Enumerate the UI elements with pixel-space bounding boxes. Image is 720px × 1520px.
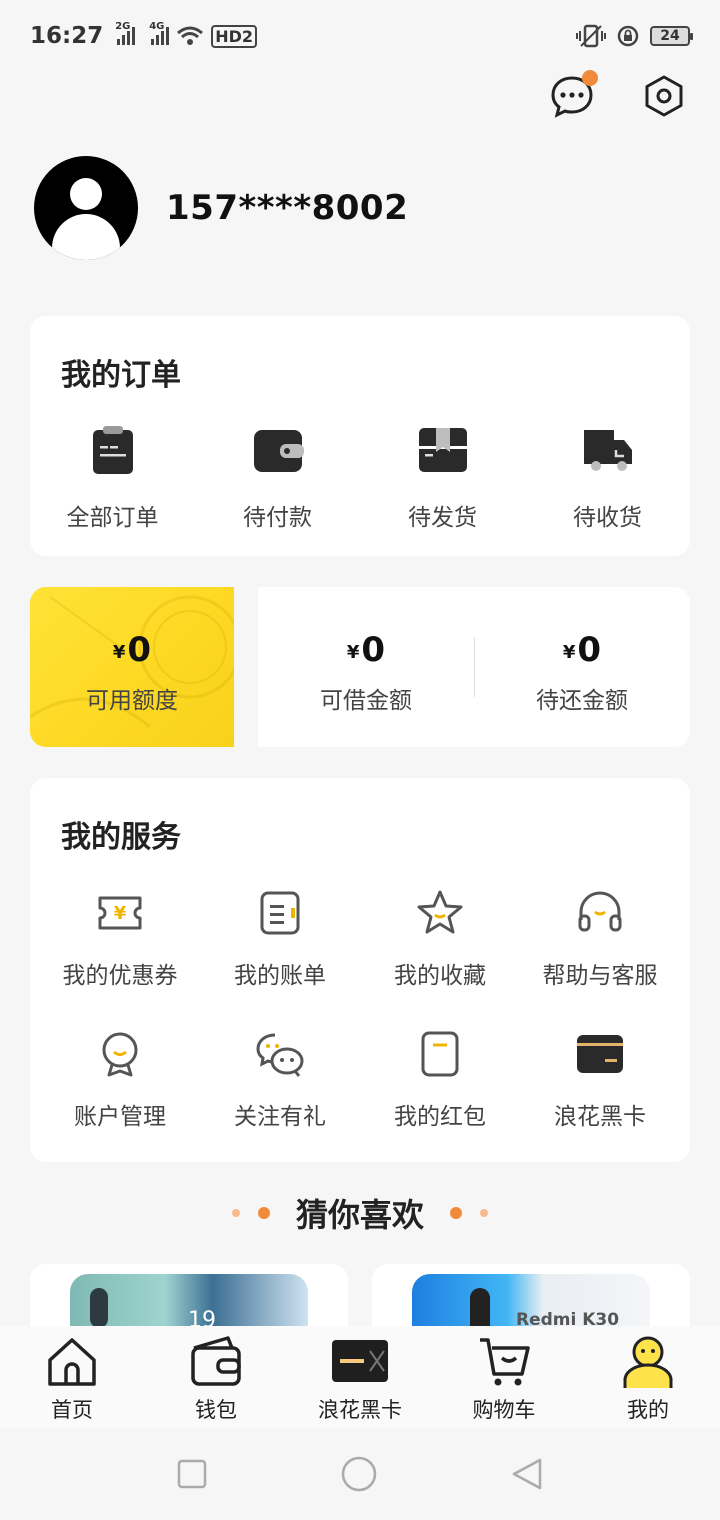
service-follow-label: 关注有礼 <box>234 1104 326 1130</box>
service-redpacket[interactable]: 我的红包 <box>360 1029 520 1170</box>
redpacket-icon <box>421 1031 459 1077</box>
service-account[interactable]: 账户管理 <box>40 1029 200 1170</box>
currency-symbol: ¥ <box>562 642 576 663</box>
decor-dot <box>480 1209 488 1217</box>
black-card-icon <box>332 1340 388 1382</box>
loan-panel: ¥ 0 可借金额 ¥ 0 待还金额 <box>258 587 690 747</box>
repay-label: 待还金额 <box>536 688 628 714</box>
tab-cart-label: 购物车 <box>472 1398 536 1422</box>
borrowable-amount[interactable]: ¥ 0 可借金额 <box>258 587 474 747</box>
available-credit-value: 0 <box>127 630 152 670</box>
recent-apps-button[interactable] <box>176 1458 208 1490</box>
services-card: 我的服务 ¥ 我的优惠券 我的账单 我的收藏 帮助与客服 账户管理 关注有礼 我… <box>30 778 690 1162</box>
signal-4g-icon: 4G <box>149 21 170 45</box>
available-credit-panel[interactable]: ¥ 0 可用额度 <box>30 587 234 747</box>
wallet-icon <box>191 1336 241 1386</box>
bill-icon <box>260 891 300 935</box>
signal-4g-label: 4G <box>149 21 165 32</box>
recommend-title: 猜你喜欢 <box>295 1196 424 1234</box>
home-icon <box>48 1338 96 1386</box>
signal-2g-label: 2G <box>115 21 131 32</box>
borrowable-value: 0 <box>361 630 386 670</box>
settings-icon <box>645 75 683 117</box>
tab-home[interactable]: 首页 <box>0 1326 144 1428</box>
status-bar: 16:27 2G 4G HD2 24 <box>0 0 720 72</box>
phone-number: 157****8002 <box>166 188 409 228</box>
order-unreceived-label: 待收货 <box>573 505 642 531</box>
avatar[interactable] <box>34 156 138 260</box>
svg-text:¥: ¥ <box>114 903 127 924</box>
settings-button[interactable] <box>642 74 686 118</box>
message-button[interactable] <box>550 70 598 118</box>
service-blackcard-label: 浪花黑卡 <box>554 1104 646 1130</box>
service-help[interactable]: 帮助与客服 <box>520 888 680 1029</box>
wifi-icon <box>177 26 204 45</box>
rotation-lock-icon <box>617 25 639 47</box>
star-icon <box>417 890 463 934</box>
clock: 16:27 <box>30 23 104 49</box>
orders-card: 我的订单 全部订单 待付款 待发货 待收货 <box>30 316 690 556</box>
profile-header[interactable]: 157****8002 <box>34 156 408 260</box>
order-all[interactable]: 全部订单 <box>30 424 195 532</box>
tab-wallet-label: 钱包 <box>195 1398 237 1422</box>
black-card-icon <box>577 1035 623 1073</box>
order-unreceived[interactable]: 待收货 <box>525 424 690 532</box>
service-coupons-label: 我的优惠券 <box>62 963 178 989</box>
order-unpaid[interactable]: 待付款 <box>195 424 360 532</box>
cart-icon <box>480 1338 530 1386</box>
decor-dot <box>450 1207 462 1219</box>
order-unpaid-label: 待付款 <box>243 505 312 531</box>
back-button[interactable] <box>510 1457 544 1491</box>
service-coupons[interactable]: ¥ 我的优惠券 <box>40 888 200 1029</box>
recommend-header: 猜你喜欢 <box>0 1190 720 1236</box>
service-redpacket-label: 我的红包 <box>394 1104 486 1130</box>
repay-amount[interactable]: ¥ 0 待还金额 <box>474 587 690 747</box>
truck-icon <box>583 430 632 471</box>
tab-mine[interactable]: 我的 <box>576 1326 720 1428</box>
service-bills-label: 我的账单 <box>234 963 326 989</box>
coupon-icon: ¥ <box>98 896 142 930</box>
profile-icon <box>623 1336 673 1388</box>
borrowable-label: 可借金额 <box>320 688 412 714</box>
top-actions <box>550 70 686 118</box>
currency-symbol: ¥ <box>346 642 360 663</box>
service-favorites-label: 我的收藏 <box>394 963 486 989</box>
available-credit-label: 可用额度 <box>86 688 178 714</box>
tab-home-label: 首页 <box>51 1398 93 1422</box>
bottom-tab-bar: 首页 钱包 浪花黑卡 购物车 我的 <box>0 1326 720 1428</box>
service-account-label: 账户管理 <box>74 1104 166 1130</box>
headset-icon <box>578 891 622 932</box>
tab-wallet[interactable]: 钱包 <box>144 1326 288 1428</box>
package-icon <box>418 428 467 472</box>
orders-title: 我的订单 <box>61 358 181 393</box>
services-title: 我的服务 <box>61 820 181 855</box>
battery-icon: 24 <box>650 26 693 46</box>
service-favorites[interactable]: 我的收藏 <box>360 888 520 1029</box>
vibrate-icon <box>576 24 606 48</box>
order-unshipped[interactable]: 待发货 <box>360 424 525 532</box>
tab-blackcard[interactable]: 浪花黑卡 <box>288 1326 432 1428</box>
service-help-label: 帮助与客服 <box>542 963 658 989</box>
home-button[interactable] <box>340 1455 378 1493</box>
hd-voice-icon: HD2 <box>211 24 258 48</box>
tab-blackcard-label: 浪花黑卡 <box>318 1398 402 1422</box>
order-all-label: 全部订单 <box>66 505 159 531</box>
service-follow[interactable]: 关注有礼 <box>200 1029 360 1170</box>
system-nav-bar <box>0 1428 720 1520</box>
account-icon <box>102 1032 138 1077</box>
notification-dot <box>582 70 598 86</box>
signal-2g-icon: 2G <box>115 21 136 45</box>
repay-value: 0 <box>577 630 602 670</box>
decor-dot <box>257 1207 270 1219</box>
wechat-icon <box>256 1033 304 1077</box>
tab-mine-label: 我的 <box>627 1398 669 1422</box>
clipboard-icon <box>92 426 133 474</box>
wallet-icon <box>253 430 304 472</box>
service-bills[interactable]: 我的账单 <box>200 888 360 1029</box>
service-blackcard[interactable]: 浪花黑卡 <box>520 1029 680 1170</box>
currency-symbol: ¥ <box>112 642 126 663</box>
tab-cart[interactable]: 购物车 <box>432 1326 576 1428</box>
order-unshipped-label: 待发货 <box>408 505 477 531</box>
decor-dot <box>231 1209 240 1217</box>
